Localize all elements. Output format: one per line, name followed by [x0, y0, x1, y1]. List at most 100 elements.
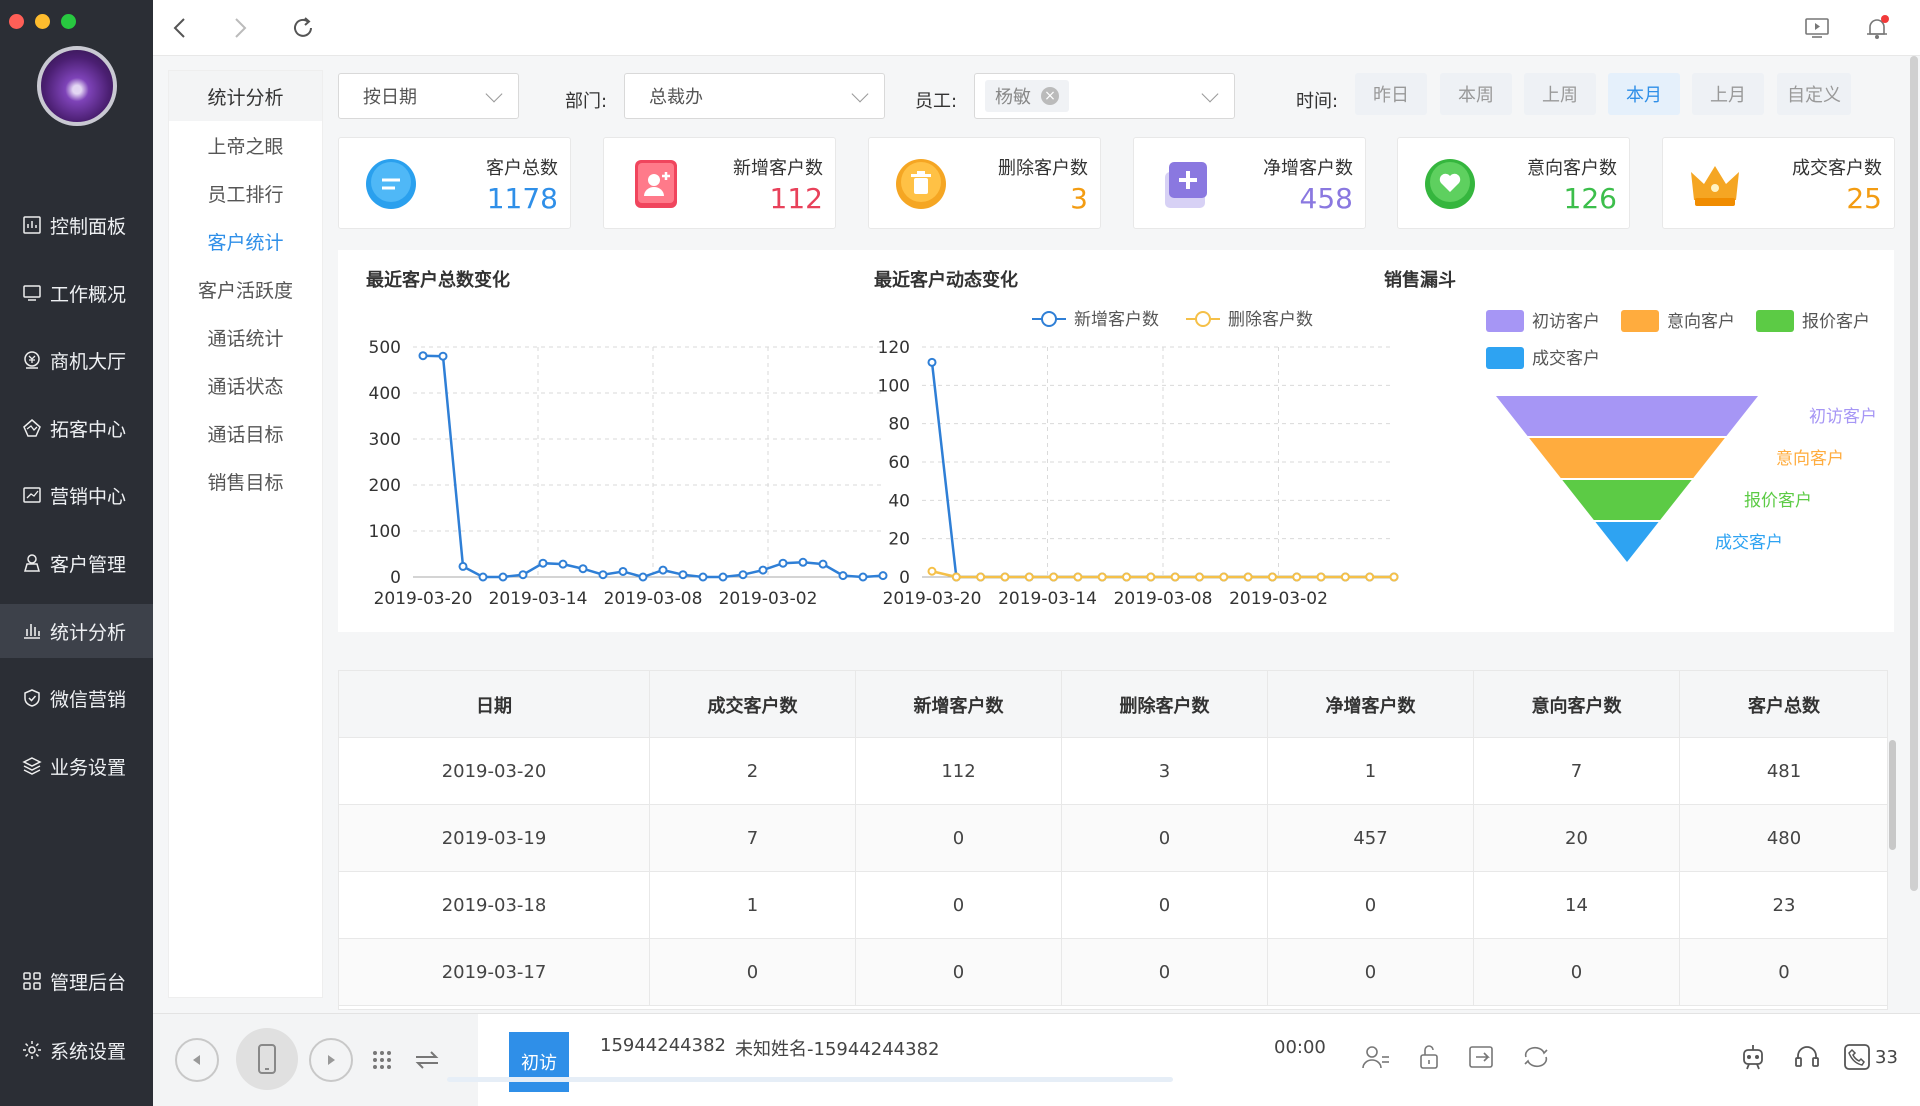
play-screen-icon[interactable]	[1801, 12, 1833, 44]
table-row[interactable]: 2019-03-18 1 0 0 0 14 23	[339, 872, 1887, 939]
sub-menu-item[interactable]: 员工排行	[169, 169, 322, 217]
remove-tag-icon[interactable]: ×	[1041, 87, 1059, 105]
stat-card[interactable]: 删除客户数 3	[868, 137, 1101, 229]
sub-menu-item[interactable]: 通话统计	[169, 313, 322, 361]
sub-menu-item[interactable]: 通话目标	[169, 409, 322, 457]
table-header-cell[interactable]: 意向客户数	[1474, 671, 1680, 738]
data-point	[838, 571, 848, 581]
table-header-cell[interactable]: 净增客户数	[1268, 671, 1474, 738]
charts-panel: 最近客户总数变化 最近客户动态变化 销售漏斗 0 100 200 300 400 500 2…	[338, 250, 1894, 632]
crown-icon	[1691, 166, 1739, 206]
nav-item-8[interactable]: 业务设置	[0, 739, 153, 793]
nav-bottom-item-0[interactable]: 管理后台	[0, 954, 153, 1008]
x-tick-label: 2019-03-08	[604, 589, 703, 609]
phone-device-button[interactable]	[236, 1028, 298, 1090]
data-point	[927, 566, 937, 576]
call-count[interactable]: 33	[1843, 1040, 1898, 1074]
nav-item-2[interactable]: 商机大厅	[0, 333, 153, 387]
table-scrollbar[interactable]	[1889, 740, 1896, 850]
swap-icon[interactable]	[1519, 1040, 1553, 1074]
nav-item-4[interactable]: 营销中心	[0, 468, 153, 522]
time-button[interactable]: 昨日	[1355, 73, 1427, 115]
stat-card[interactable]: 净增客户数 458	[1133, 137, 1366, 229]
avatar[interactable]	[37, 46, 117, 126]
transfer-icon[interactable]	[413, 1048, 441, 1072]
table-header-cell[interactable]: 新增客户数	[856, 671, 1062, 738]
export-icon[interactable]	[1465, 1040, 1499, 1074]
contact-list-icon[interactable]	[1359, 1040, 1393, 1074]
sub-menu-item[interactable]: 通话状态	[169, 361, 322, 409]
nav-item-1[interactable]: 工作概况	[0, 266, 153, 320]
data-point	[718, 572, 728, 582]
time-button[interactable]: 上月	[1692, 73, 1764, 115]
table-header-cell[interactable]: 删除客户数	[1062, 671, 1268, 738]
stat-card[interactable]: 意向客户数 126	[1397, 137, 1630, 229]
stat-card[interactable]: 新增客户数 112	[603, 137, 836, 229]
robot-icon[interactable]	[1736, 1040, 1770, 1074]
bell-icon[interactable]	[1861, 12, 1893, 44]
y-tick-label: 120	[878, 338, 910, 358]
nav-bottom-item-1[interactable]: 系统设置	[0, 1023, 153, 1077]
nav-item-5[interactable]: 客户管理	[0, 536, 153, 590]
data-point	[1146, 572, 1156, 582]
page-scrollbar[interactable]	[1910, 56, 1918, 891]
call-timer: 00:00	[1274, 1037, 1326, 1058]
y-tick-label: 100	[369, 522, 401, 542]
stat-value: 25	[1846, 182, 1882, 215]
unlock-icon[interactable]	[1412, 1040, 1446, 1074]
headset-icon[interactable]	[1790, 1040, 1824, 1074]
table-cell: 0	[856, 872, 1062, 939]
table-header-cell[interactable]: 成交客户数	[650, 671, 856, 738]
forward-icon[interactable]	[225, 12, 257, 44]
gear-icon	[23, 1041, 41, 1059]
nav-item-label: 控制面板	[50, 215, 127, 238]
stat-card[interactable]: 成交客户数 25	[1662, 137, 1895, 229]
stat-card[interactable]: 客户总数 1178	[338, 137, 571, 229]
stat-label: 删除客户数	[998, 158, 1088, 179]
legend-label: 删除客户数	[1228, 310, 1313, 330]
visit-badge[interactable]: 初访	[509, 1032, 569, 1092]
table-cell: 0	[1062, 939, 1268, 1006]
table-header-cell[interactable]: 客户总数	[1680, 671, 1887, 738]
table-row[interactable]: 2019-03-17 0 0 0 0 0 0	[339, 939, 1887, 1006]
stat-label: 成交客户数	[1792, 158, 1882, 179]
dept-select[interactable]: 总裁办	[624, 73, 885, 119]
table-row[interactable]: 2019-03-19 7 0 0 457 20 480	[339, 805, 1887, 872]
time-button[interactable]: 本月	[1608, 73, 1680, 115]
keypad-icon[interactable]	[370, 1048, 394, 1072]
time-button[interactable]: 上周	[1524, 73, 1596, 115]
table-row[interactable]: 2019-03-20 2 112 3 1 7 481	[339, 738, 1887, 805]
back-icon[interactable]	[163, 12, 195, 44]
refresh-icon[interactable]	[287, 12, 319, 44]
nav-item-7[interactable]: 微信营销	[0, 671, 153, 725]
date-mode-select[interactable]: 按日期	[338, 73, 519, 119]
nav-item-0[interactable]: 控制面板	[0, 198, 153, 252]
time-button[interactable]: 自定义	[1777, 73, 1851, 115]
data-point	[1000, 572, 1010, 582]
nav-item-3[interactable]: 拓客中心	[0, 401, 153, 455]
y-tick-label: 400	[369, 384, 401, 404]
next-button[interactable]	[309, 1038, 353, 1082]
minimize-window-button[interactable]	[35, 14, 50, 29]
sub-menu-item[interactable]: 上帝之眼	[169, 121, 322, 169]
funnel-layer	[1496, 396, 1758, 436]
prev-button[interactable]	[175, 1038, 219, 1082]
table-cell: 481	[1680, 738, 1887, 805]
maximize-window-button[interactable]	[61, 14, 76, 29]
user-icon	[24, 554, 40, 572]
dynamic-legend: 新增客户数 删除客户数	[1032, 310, 1313, 330]
sub-menu-item[interactable]: 客户活跃度	[169, 265, 322, 313]
data-point	[738, 570, 748, 580]
top-bar	[153, 0, 1920, 56]
table-cell: 112	[856, 738, 1062, 805]
sub-menu-item[interactable]: 客户统计	[169, 217, 322, 265]
funnel-legend-swatch	[1756, 310, 1794, 332]
data-table: 日期 成交客户数 新增客户数 删除客户数 净增客户数 意向客户数 客户总数 2019-03-2…	[338, 670, 1888, 1010]
table-header-cell[interactable]: 日期	[339, 671, 650, 738]
chevron-down-icon	[1201, 85, 1219, 103]
sub-menu-item[interactable]: 销售目标	[169, 457, 322, 505]
chat-bubble-icon	[366, 159, 416, 209]
close-window-button[interactable]	[9, 14, 24, 29]
time-button[interactable]: 本周	[1440, 73, 1512, 115]
nav-item-6[interactable]: 统计分析	[0, 604, 153, 658]
